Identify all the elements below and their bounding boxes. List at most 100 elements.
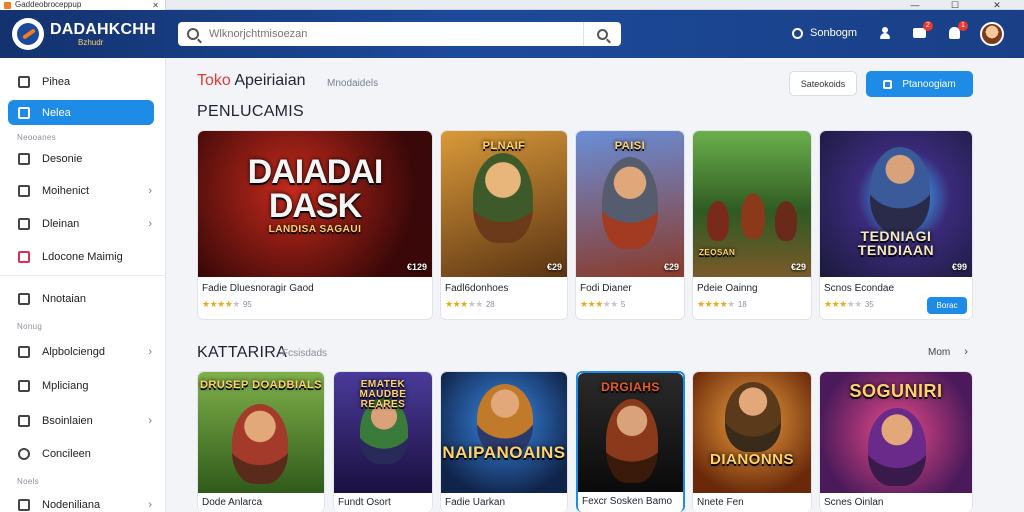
sidebar-item-settings[interactable]: Concileen [8,441,154,466]
browser-tab[interactable]: Gaddeobroceppup ✕ [0,0,166,10]
chevron-right-icon: › [148,184,152,197]
notifications-button[interactable]: 1 [946,21,968,41]
character-art [741,193,765,239]
featured-card[interactable]: TEDNIAGI TENDIAAN €99 Scnos Econdae ★★★★… [819,130,973,320]
tab-close-icon[interactable]: ✕ [152,1,159,10]
sidebar-item-label: Alpbolciengd [42,345,105,358]
sidebar-item-other[interactable]: Nodeniliana › [8,492,154,512]
sidebar-item-business[interactable]: Bsoinlaien › [8,408,154,433]
chevron-right-icon: › [148,217,152,230]
sidebar-item-new[interactable]: Nelea [8,100,154,125]
search-button[interactable] [583,22,621,46]
chevron-right-icon: › [148,498,152,511]
featured-card[interactable]: ZEOSAN €29 Pdeie Oainng ★★★★★ 18 [692,130,812,320]
sidebar-item-label: Ldocone Maimig [42,250,123,263]
sidebar-item-domain[interactable]: Dleinan › [8,211,154,236]
sidebar-item-home[interactable]: Pihea [8,69,154,94]
thumbnail-title: EMATEK MAUDBE REARES [359,379,407,410]
character-art [868,408,926,486]
game-thumbnail: TEDNIAGI TENDIAAN €99 [820,131,972,277]
maximize-button[interactable]: ☐ [940,0,970,10]
page-title-highlight: Toko [197,72,231,89]
sidebar-item-desktop[interactable]: Desonie [8,146,154,171]
minimize-button[interactable]: — [900,0,930,10]
monitor-icon [18,152,30,165]
thumbnail-title: TEDNIAGI TENDIAAN [857,228,935,258]
catalog-card[interactable]: NAIPANOAINS Fadie Uarkan [440,371,568,512]
catalog-card[interactable]: DRUSEP DOADBIALS Dode Anlarca [197,371,325,512]
rating-stars: ★★★★★ 35 [824,299,874,309]
sidebar-item-label: Concileen [42,447,91,460]
game-name: Fexcr Sosken Bamo [582,496,673,507]
sidebar-item-apps[interactable]: Mpliciang [8,373,154,398]
settings-link[interactable]: Sonbogm [792,27,857,39]
messages-button[interactable]: 2 [911,21,933,41]
chevron-right-icon: › [148,345,152,358]
catalog-card[interactable]: EMATEK MAUDBE REARES Fundt Osort [333,371,433,512]
sidebar-section-label: Neooanes [17,133,56,142]
game-name: Fodi Dianer [580,283,632,294]
list-icon [18,292,30,305]
character-art [232,404,288,484]
app-header: DADAHKCHH Bzhudr Sonbogm 2 1 [0,10,1024,58]
secondary-button[interactable]: Sateokoids [789,71,857,96]
game-thumbnail: DRUSEP DOADBIALS [198,372,324,493]
rating-count: 5 [620,300,626,309]
chevron-right-icon: › [964,346,968,358]
thumbnail-title: ZEOSAN [699,248,736,257]
catalog-card[interactable]: DRGIAHS Fexcr Sosken Bamo [576,371,685,512]
layers-icon [18,498,30,511]
game-name: Nnete Fen [697,497,744,508]
character-art [725,382,781,452]
page-title: Toko Apeiriaian [197,72,306,90]
character-art [602,157,658,249]
game-name: Pdeie Oainng [697,283,758,294]
catalog-card[interactable]: SOGUNIRI Scnes Oinlan [819,371,973,512]
sidebar-item-label: Dleinan [42,217,80,230]
sidebar-item-label: Pihea [42,75,71,88]
settings-icon [18,447,30,460]
buy-button[interactable]: Borac [927,297,967,314]
primary-button[interactable]: Ptanoogiam [866,71,973,97]
edit-icon [18,379,30,392]
search-input[interactable] [209,28,583,40]
close-window-button[interactable]: ✕ [982,0,1012,10]
sidebar-section-label: Noels [17,477,39,486]
sidebar-item-applications[interactable]: Alpbolciengd › [8,339,154,364]
thumbnail-title: PLNAIF [482,140,526,152]
bag-icon [883,79,893,89]
game-thumbnail: ZEOSAN €29 [693,131,811,277]
sidebar-item-games[interactable]: Ldocone Maimig [8,244,154,269]
thumbnail-title: DRGIAHS [601,380,660,394]
sidebar-item-notes[interactable]: Nnotaian [8,286,154,311]
search-icon [597,28,608,40]
catalog-card[interactable]: DIANONNS Nnete Fen [692,371,812,512]
brand[interactable]: DADAHKCHH Bzhudr [50,22,156,48]
thumbnail-title: DIANONNS [709,451,794,468]
game-icon [18,250,30,263]
user-icon [880,27,890,39]
featured-card[interactable]: PAISI €29 Fodi Dianer ★★★★★ 5 [575,130,685,320]
price-label: €29 [790,262,806,272]
rating-count: 35 [864,300,874,309]
gear-icon [792,27,803,39]
featured-section-title: PENLUCAMIS [197,103,305,120]
rating-count: 18 [737,300,747,309]
sidebar-item-label: Nelea [42,106,71,119]
game-name: Fadie Dluesnoragir Gaod [202,283,314,294]
sidebar-item-label: Mpliciang [42,379,89,392]
sidebar-item-media[interactable]: Moihenict › [8,178,154,203]
game-thumbnail: PLNAIF €29 [441,131,567,277]
game-thumbnail: EMATEK MAUDBE REARES [334,372,432,493]
brand-logo-icon[interactable] [12,18,44,50]
tab-title: Gaddeobroceppup [15,0,82,9]
game-thumbnail: DIANONNS [693,372,811,493]
user-button[interactable] [877,25,893,41]
avatar[interactable] [980,22,1004,46]
featured-card[interactable]: DAIADAI DASK LANDISA SAGAUI €129 Fadie D… [197,130,433,320]
more-link[interactable]: Mom › [928,346,968,358]
thumbnail-title: PAISI [614,140,646,152]
thumbnail-subtitle: LANDISA SAGAUI [268,224,362,235]
sidebar-divider [0,275,166,276]
featured-card[interactable]: PLNAIF €29 Fadl6donhoes ★★★★★ 28 [440,130,568,320]
